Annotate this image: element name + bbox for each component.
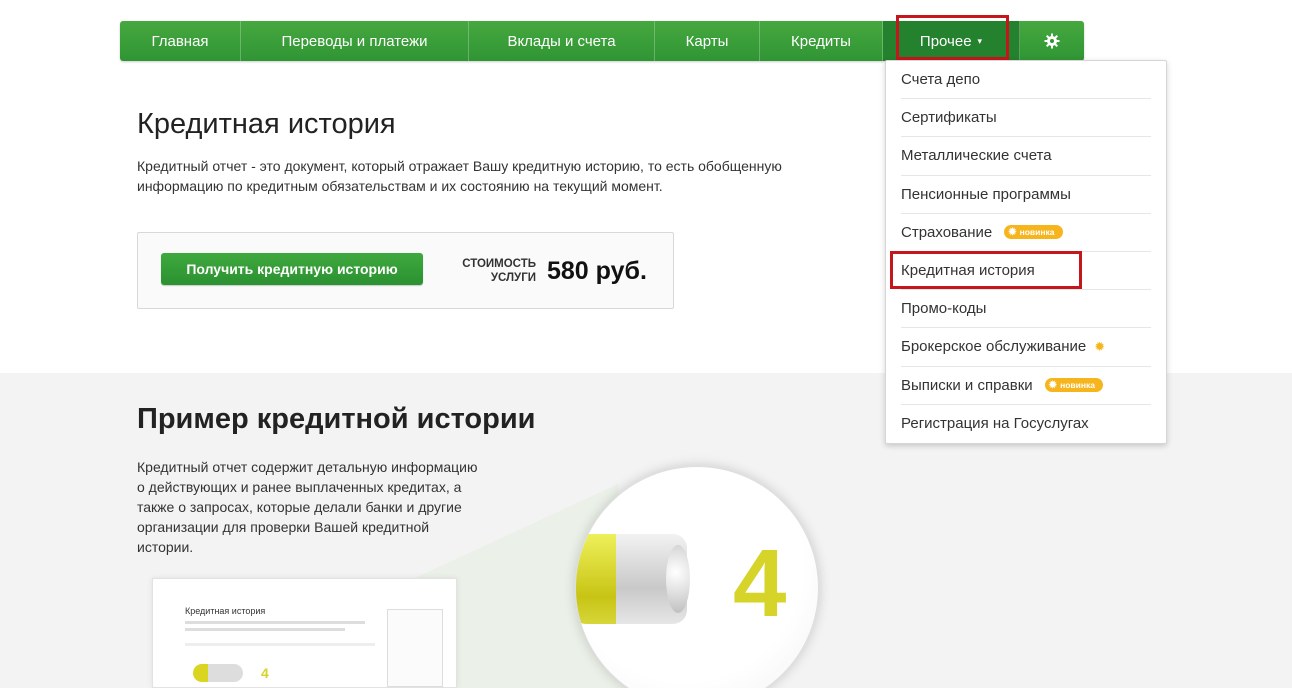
credit-rating-number: 4 — [733, 530, 787, 637]
menu-item-promo-codes[interactable]: Промо-коды — [901, 290, 1151, 329]
menu-item-label: Сертификаты — [901, 109, 997, 127]
thumbnail-text-line — [185, 621, 365, 624]
menu-item-brokerage[interactable]: Брокерское обслуживание ✹ — [901, 328, 1151, 367]
battery-cap — [666, 545, 690, 613]
sun-icon: ✹ — [1048, 379, 1058, 391]
thumbnail-text-line — [185, 628, 345, 631]
menu-item-depo[interactable]: Счета депо — [901, 61, 1151, 100]
thumbnail-rating: 4 — [261, 665, 269, 681]
thumbnail-side-box — [387, 609, 443, 687]
menu-item-label: Страхование — [901, 223, 993, 241]
new-badge-text: новинка — [1060, 380, 1095, 391]
sun-icon: ✹ — [1008, 226, 1017, 238]
thumbnail-title: Кредитная история — [185, 606, 266, 616]
menu-item-gosuslugi[interactable]: Регистрация на Госуслугах — [901, 405, 1151, 443]
menu-item-label: Выписки и справки — [901, 376, 1033, 394]
thumbnail-divider — [185, 643, 375, 646]
menu-item-label: Пенсионные программы — [901, 185, 1071, 203]
menu-item-label: Счета депо — [901, 71, 981, 89]
new-badge: ✹ новинка — [1004, 225, 1063, 240]
menu-item-label: Промо-коды — [901, 300, 987, 318]
menu-item-insurance[interactable]: Страхование ✹ новинка — [901, 214, 1151, 252]
battery-charge — [576, 534, 616, 624]
menu-item-label: Металлические счета — [901, 147, 1052, 165]
menu-item-label: Брокерское обслуживание — [901, 338, 1087, 356]
menu-item-statements[interactable]: Выписки и справки ✹ новинка — [901, 367, 1151, 405]
new-badge-text: новинка — [1019, 227, 1055, 238]
menu-item-certificates[interactable]: Сертификаты — [901, 99, 1151, 138]
sun-icon: ✹ — [1094, 338, 1106, 354]
menu-item-pension[interactable]: Пенсионные программы — [901, 176, 1151, 214]
menu-item-metal-accounts[interactable]: Металлические счета — [901, 137, 1151, 176]
menu-item-label: Регистрация на Госуслугах — [901, 415, 1089, 433]
report-thumbnail: Кредитная история 4 — [152, 578, 457, 688]
thumbnail-battery — [193, 664, 243, 682]
new-badge: ✹ новинка — [1044, 378, 1103, 393]
highlight-credit-history-item — [890, 251, 1082, 289]
